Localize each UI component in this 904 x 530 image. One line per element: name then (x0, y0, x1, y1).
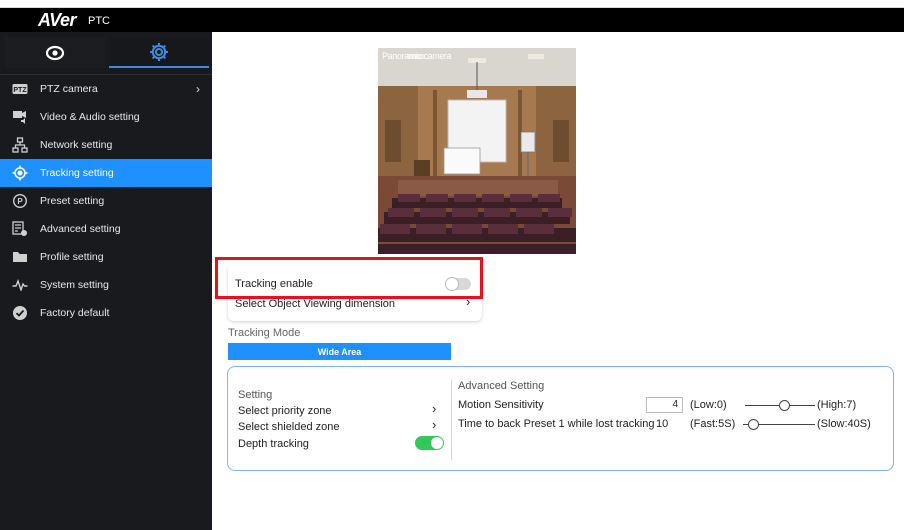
aver-logo: AVer (38, 10, 77, 30)
preset-slider-knob[interactable] (747, 419, 759, 430)
ptz-icon: PTZ (12, 81, 28, 97)
sidebar-item-preset[interactable]: P Preset setting (0, 187, 212, 215)
advanced-setting-title: Advanced Setting (458, 380, 545, 392)
sidebar-item-label: Network setting (40, 139, 113, 151)
sidebar-menu: PTZ PTZ camera › Video & Audio setting N… (0, 75, 212, 327)
check-circle-icon (12, 305, 28, 321)
pulse-icon (12, 277, 28, 293)
depth-tracking-toggle[interactable] (415, 436, 444, 450)
motion-low-label: (Low:0) (690, 399, 727, 411)
sidebar-item-profile[interactable]: Profile setting (0, 243, 212, 271)
sidebar-item-video-audio[interactable]: Video & Audio setting (0, 103, 212, 131)
priority-zone-label[interactable]: Select priority zone (238, 405, 332, 417)
sidebar-item-label: Video & Audio setting (40, 111, 140, 123)
preview-label: Panoramic camera (382, 51, 452, 61)
gear-icon (150, 43, 168, 61)
svg-text:PTZ: PTZ (13, 87, 27, 94)
depth-tracking-label: Depth tracking (238, 438, 309, 450)
sidebar-item-label: Preset setting (40, 195, 105, 207)
shielded-zone-label[interactable]: Select shielded zone (238, 421, 340, 433)
chevron-right-icon[interactable]: › (432, 417, 436, 432)
sidebar-item-label: Advanced setting (40, 223, 121, 235)
eye-icon (45, 45, 65, 61)
network-icon (12, 137, 28, 153)
tab-live-view[interactable] (5, 38, 105, 68)
preset-return-label: Time to back Preset 1 while lost trackin… (458, 418, 655, 430)
product-name: PTC (88, 15, 110, 27)
sidebar-item-ptz-camera[interactable]: PTZ PTZ camera › (0, 75, 212, 103)
tracking-mode-wide-area-button[interactable]: Wide Area (228, 343, 451, 360)
advanced-icon (12, 221, 28, 237)
sidebar-item-advanced[interactable]: Advanced setting (0, 215, 212, 243)
sidebar-item-label: PTZ camera (40, 83, 98, 95)
sidebar-item-label: Factory default (40, 307, 110, 319)
motion-high-label: (High:7) (817, 399, 857, 411)
tracking-icon (12, 165, 28, 181)
toggle-knob (431, 437, 443, 449)
highlight-box (215, 257, 483, 299)
setting-title: Setting (238, 389, 273, 401)
panel-divider (451, 380, 452, 460)
preset-return-value[interactable]: 10 (656, 418, 668, 430)
video-audio-icon (12, 109, 28, 125)
sidebar-item-label: Tracking setting (40, 167, 114, 179)
sidebar-item-label: Profile setting (40, 251, 104, 263)
chevron-right-icon[interactable]: › (432, 401, 436, 416)
sidebar-item-tracking[interactable]: Tracking setting (0, 159, 212, 187)
preset-icon: P (12, 193, 28, 209)
folder-icon (12, 249, 28, 265)
sidebar-item-network[interactable]: Network setting (0, 131, 212, 159)
tracking-mode-label: Tracking Mode (228, 327, 301, 339)
preset-fast-label: (Fast:5S) (690, 418, 736, 430)
sidebar-item-factory-default[interactable]: Factory default (0, 299, 212, 327)
panoramic-camera-preview[interactable]: Panoramic camera (378, 48, 576, 254)
sidebar: PTZ PTZ camera › Video & Audio setting N… (0, 32, 212, 530)
motion-sensitivity-input[interactable]: 4 (646, 397, 683, 413)
sidebar-tabs (0, 32, 212, 74)
app-header: AVer PTC (0, 8, 904, 32)
motion-sensitivity-label: Motion Sensitivity (458, 399, 544, 411)
browser-strip (0, 0, 904, 8)
preset-slow-label: (Slow:40S) (817, 418, 871, 430)
object-dimension-label[interactable]: Select Object Viewing dimension (235, 298, 395, 310)
sidebar-item-label: System setting (40, 279, 109, 291)
svg-text:P: P (17, 197, 23, 206)
sidebar-item-system[interactable]: System setting (0, 271, 212, 299)
lecture-room-image (378, 48, 576, 254)
tab-settings[interactable] (109, 38, 209, 68)
chevron-right-icon: › (196, 82, 200, 96)
